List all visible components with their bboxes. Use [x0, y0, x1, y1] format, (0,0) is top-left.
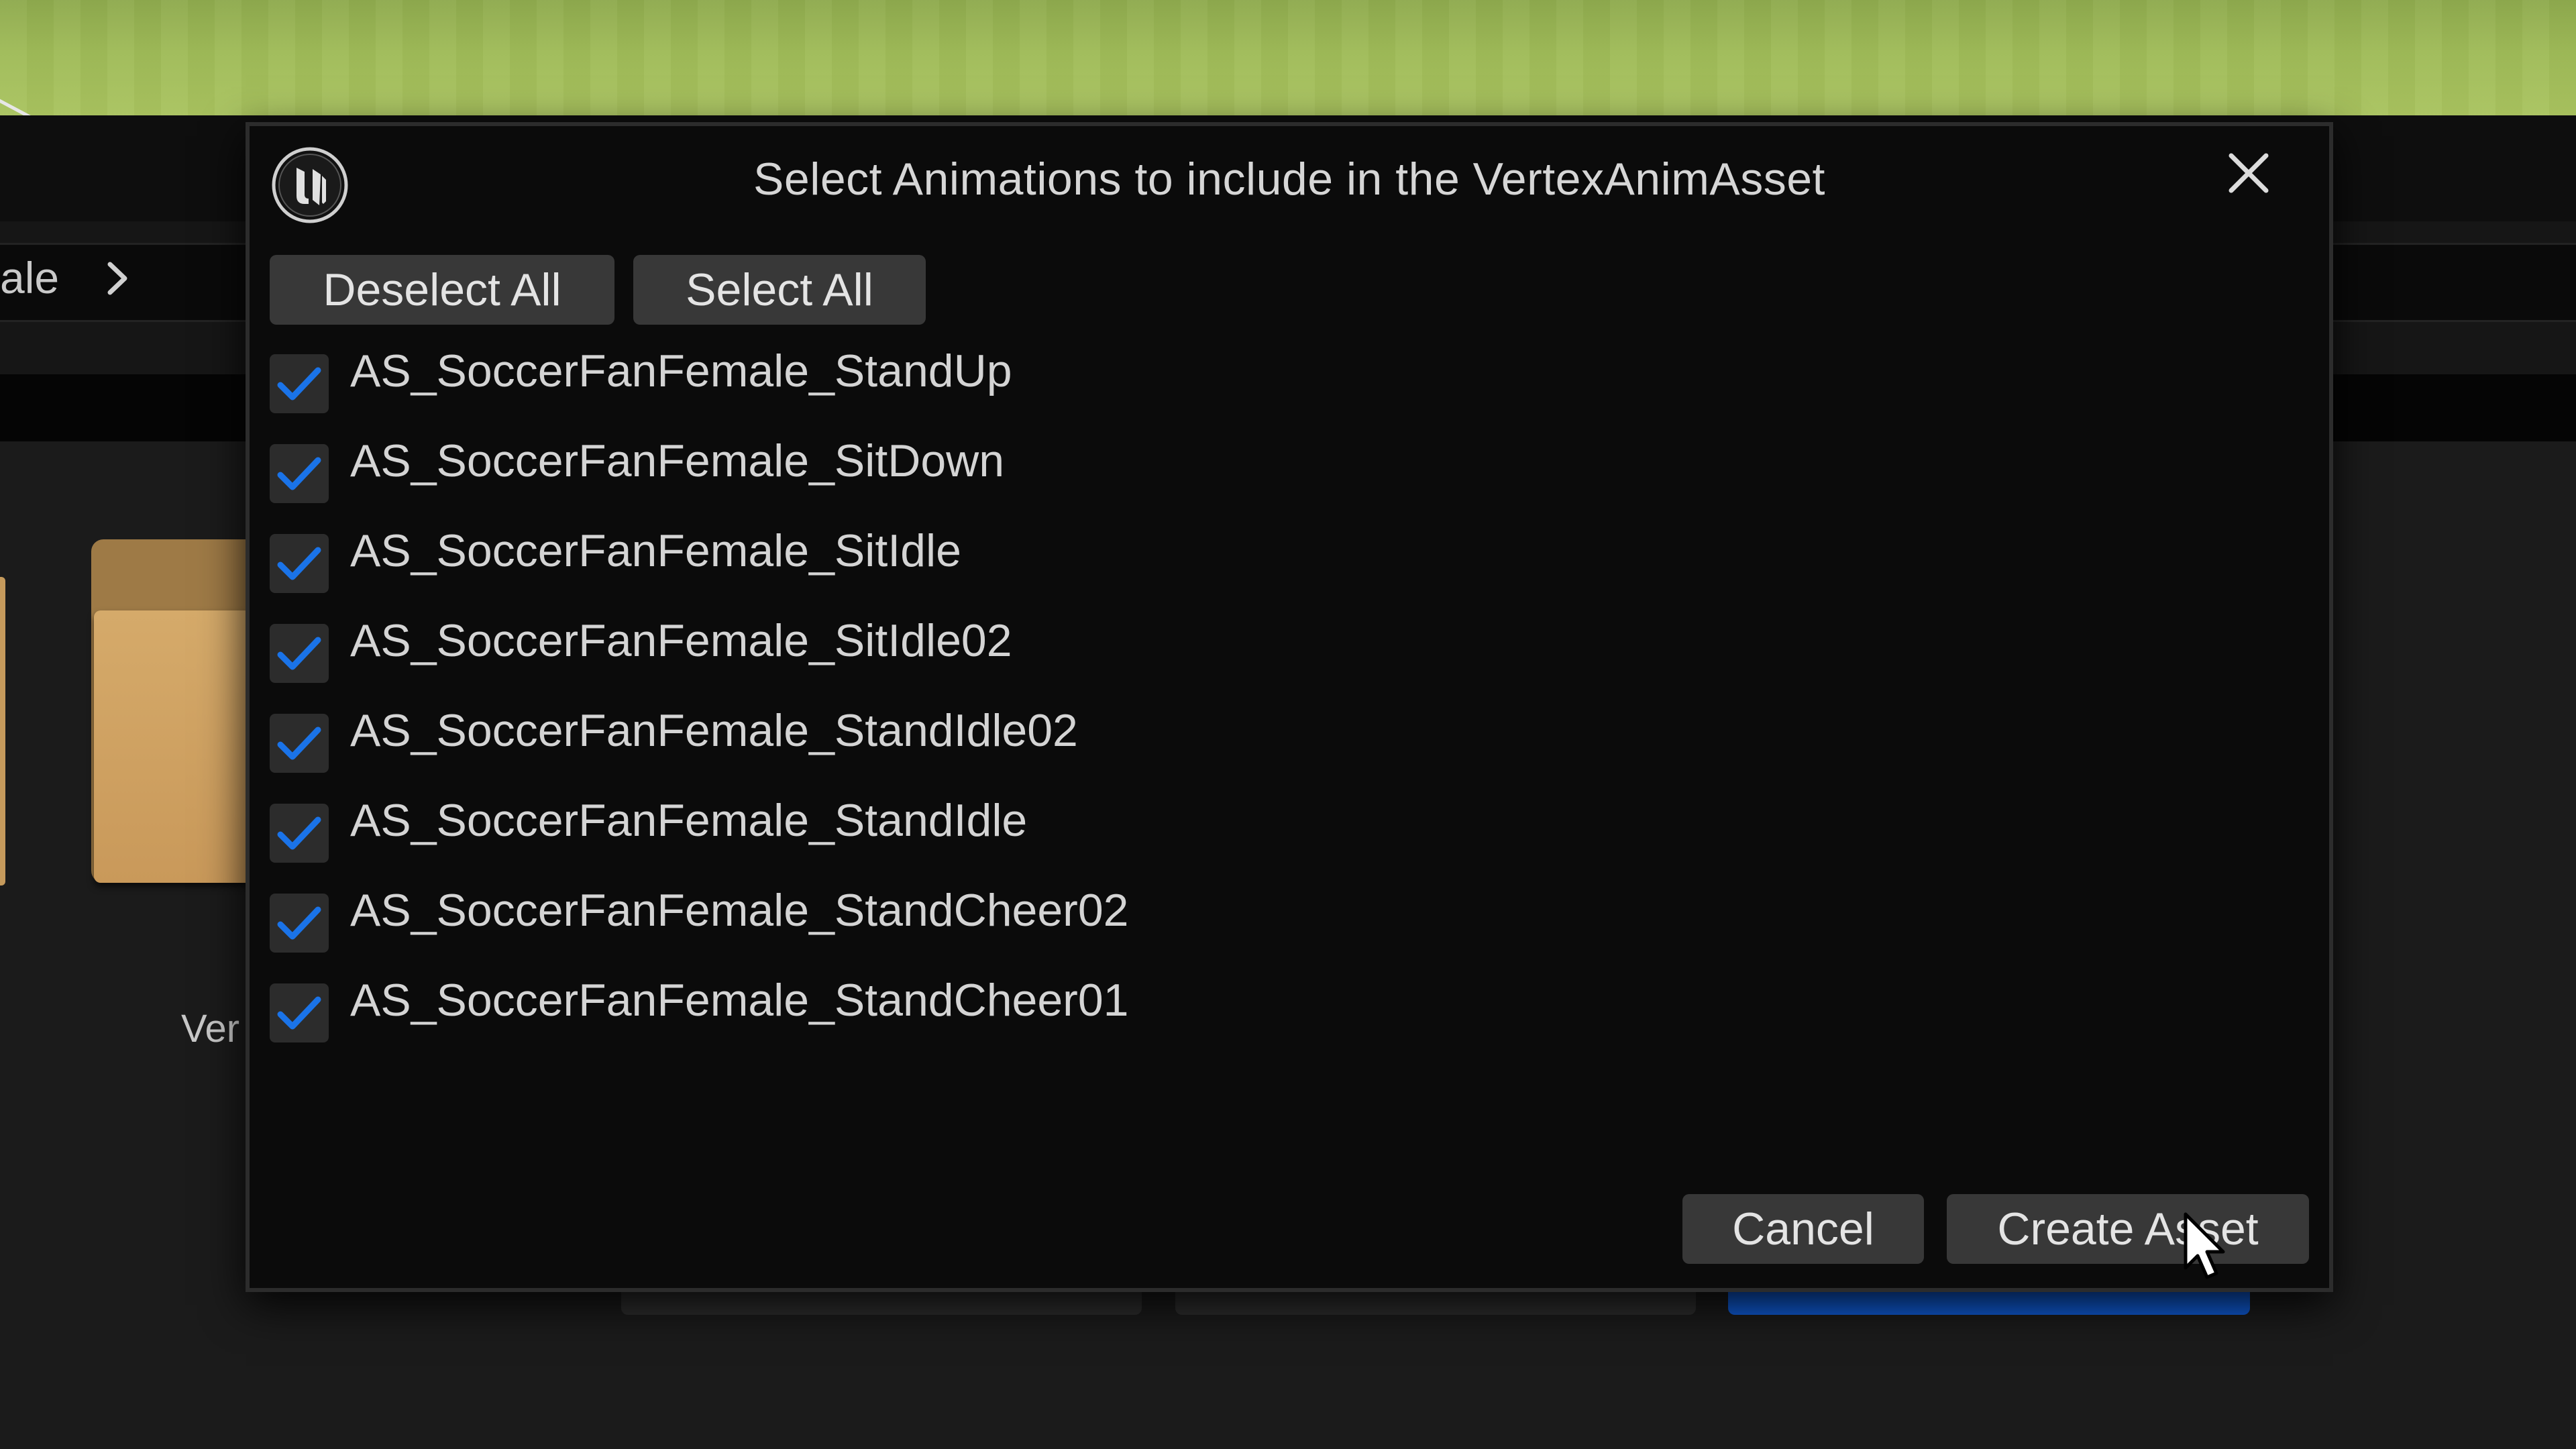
- animation-checkbox[interactable]: [270, 354, 329, 413]
- list-item: AS_SoccerFanFemale_StandIdle: [270, 795, 2282, 890]
- breadcrumb-item[interactable]: ale: [0, 252, 59, 303]
- select-all-button[interactable]: Select All: [633, 255, 926, 325]
- animation-checkbox[interactable]: [270, 624, 329, 683]
- folder-front: [94, 610, 266, 883]
- deselect-all-button[interactable]: Deselect All: [270, 255, 614, 325]
- animation-checkbox[interactable]: [270, 983, 329, 1042]
- folder-icon[interactable]: [91, 539, 266, 883]
- chevron-right-icon[interactable]: [103, 259, 131, 298]
- checkmark-icon: [277, 727, 321, 760]
- dialog-title: Select Animations to include in the Vert…: [753, 154, 1825, 205]
- editor-window: ale Ver Select Animations to include in …: [0, 0, 2576, 1449]
- list-item: AS_SoccerFanFemale_SitIdle: [270, 525, 2282, 620]
- animation-checkbox[interactable]: [270, 534, 329, 593]
- animation-checkbox[interactable]: [270, 444, 329, 503]
- close-icon[interactable]: [2222, 146, 2275, 200]
- animation-label: AS_SoccerFanFemale_SitDown: [350, 435, 1005, 486]
- list-item: AS_SoccerFanFemale_SitIdle02: [270, 615, 2282, 710]
- grass-texture: [0, 0, 2576, 115]
- checkmark-icon: [277, 457, 321, 490]
- animation-label: AS_SoccerFanFemale_StandUp: [350, 345, 1012, 396]
- animation-list: AS_SoccerFanFemale_StandUp AS_SoccerFanF…: [270, 345, 2282, 1069]
- checkmark-icon: [277, 367, 321, 400]
- checkmark-icon: [277, 547, 321, 580]
- folder-label: Ver: [181, 1007, 240, 1051]
- list-item: AS_SoccerFanFemale_StandCheer02: [270, 885, 2282, 979]
- checkmark-icon: [277, 906, 321, 940]
- animation-label: AS_SoccerFanFemale_StandCheer01: [350, 975, 1129, 1026]
- mouse-cursor-icon: [2184, 1212, 2225, 1279]
- cancel-button[interactable]: Cancel: [1682, 1194, 1924, 1264]
- list-item: AS_SoccerFanFemale_StandCheer01: [270, 975, 2282, 1069]
- select-animations-dialog: Select Animations to include in the Vert…: [246, 122, 2333, 1292]
- animation-label: AS_SoccerFanFemale_StandIdle: [350, 795, 1028, 846]
- animation-checkbox[interactable]: [270, 804, 329, 863]
- list-item: AS_SoccerFanFemale_StandUp: [270, 345, 2282, 440]
- checkmark-icon: [277, 996, 321, 1030]
- create-asset-button[interactable]: Create Asset: [1947, 1194, 2309, 1264]
- animation-label: AS_SoccerFanFemale_StandCheer02: [350, 885, 1129, 936]
- animation-label: AS_SoccerFanFemale_SitIdle02: [350, 615, 1012, 666]
- animation-label: AS_SoccerFanFemale_StandIdle02: [350, 705, 1078, 756]
- list-item: AS_SoccerFanFemale_SitDown: [270, 435, 2282, 530]
- checkmark-icon: [277, 816, 321, 850]
- checkmark-icon: [277, 637, 321, 670]
- folder-icon[interactable]: [0, 577, 5, 885]
- animation-checkbox[interactable]: [270, 714, 329, 773]
- level-viewport[interactable]: [0, 0, 2576, 120]
- animation-label: AS_SoccerFanFemale_SitIdle: [350, 525, 961, 576]
- list-item: AS_SoccerFanFemale_StandIdle02: [270, 705, 2282, 800]
- animation-checkbox[interactable]: [270, 894, 329, 953]
